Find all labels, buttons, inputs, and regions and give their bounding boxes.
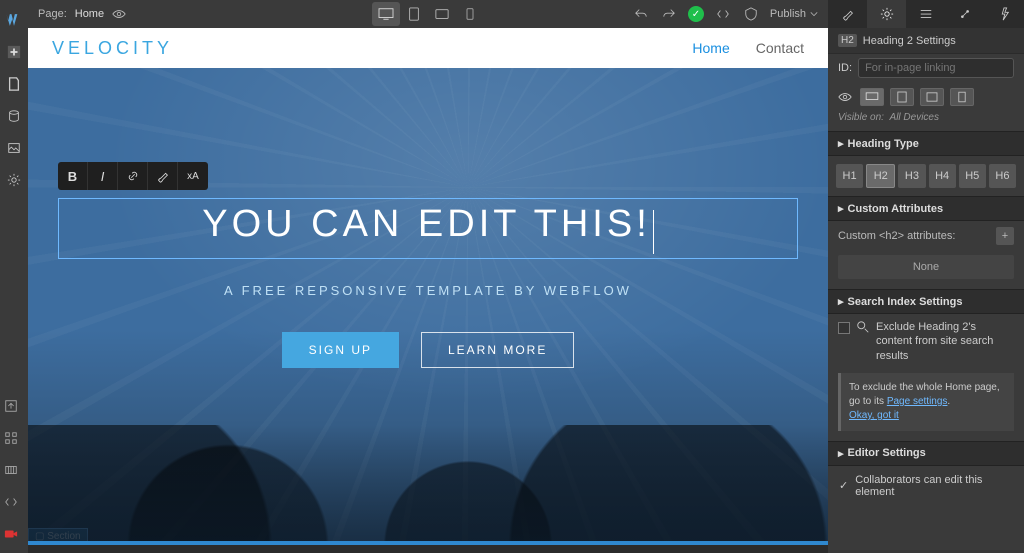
settings-tab-icon[interactable] — [867, 0, 906, 28]
pages-icon[interactable] — [4, 74, 24, 94]
section-custom-attr[interactable]: ▸ Custom Attributes — [828, 196, 1024, 221]
headline-editable[interactable]: YOU CAN EDIT THIS! — [58, 198, 798, 259]
bold-button[interactable]: B — [58, 162, 88, 190]
italic-button[interactable]: I — [88, 162, 118, 190]
nav-link-contact[interactable]: Contact — [756, 40, 804, 56]
webflow-logo-icon[interactable] — [4, 10, 24, 30]
page-label: Page: — [38, 8, 67, 20]
htype-h4[interactable]: H4 — [929, 164, 956, 188]
nav-link-home[interactable]: Home — [692, 40, 729, 56]
device-tablet-landscape-icon[interactable] — [428, 2, 456, 26]
audit-icon[interactable] — [742, 5, 760, 23]
preview-eye-icon[interactable] — [112, 7, 126, 21]
htype-h6[interactable]: H6 — [989, 164, 1016, 188]
saved-indicator-icon: ✓ — [688, 6, 704, 22]
vis-tablet-land-icon[interactable] — [920, 88, 944, 106]
section-editor[interactable]: ▸ Editor Settings — [828, 441, 1024, 466]
device-tablet-icon[interactable] — [400, 2, 428, 26]
link-button[interactable] — [118, 162, 148, 190]
device-mobile-icon[interactable] — [456, 2, 484, 26]
add-attribute-button[interactable]: + — [996, 227, 1014, 245]
page-name[interactable]: Home — [75, 8, 104, 20]
htype-h1[interactable]: H1 — [836, 164, 863, 188]
exclude-search-label: Exclude Heading 2's content from site se… — [876, 320, 1014, 363]
custom-attr-none: None — [838, 255, 1014, 279]
panel-title: Heading 2 Settings — [863, 35, 956, 47]
learnmore-button[interactable]: LEARN MORE — [421, 332, 574, 368]
collab-checkbox[interactable]: ✓ — [838, 480, 849, 492]
record-icon[interactable] — [4, 527, 24, 547]
custom-attr-label: Custom <h2> attributes: — [838, 230, 955, 242]
element-tag: H2 — [838, 34, 857, 47]
export-code-icon[interactable] — [714, 5, 732, 23]
search-icon-mag — [856, 320, 870, 334]
export-icon[interactable] — [4, 399, 24, 419]
htype-h3[interactable]: H3 — [898, 164, 925, 188]
code-icon[interactable] — [4, 495, 24, 515]
section-heading-type[interactable]: ▸ Heading Type — [828, 131, 1024, 156]
settings-icon[interactable] — [4, 170, 24, 190]
undo-icon[interactable] — [632, 5, 650, 23]
id-label: ID: — [838, 62, 852, 74]
effects-tab-icon[interactable] — [985, 0, 1024, 28]
hero-headline[interactable]: YOU CAN EDIT THIS! — [202, 203, 651, 245]
style-tab-icon[interactable] — [828, 0, 867, 28]
id-input[interactable] — [858, 58, 1014, 78]
vis-tablet-icon[interactable] — [890, 88, 914, 106]
publish-button[interactable]: Publish — [770, 8, 818, 20]
style-manager-tab-icon[interactable] — [906, 0, 945, 28]
add-element-icon[interactable] — [4, 42, 24, 62]
visibility-eye-icon[interactable] — [838, 90, 854, 104]
page-settings-link[interactable]: Page settings — [887, 396, 948, 407]
cms-icon[interactable] — [4, 106, 24, 126]
xray-icon[interactable] — [4, 463, 24, 483]
htype-h2[interactable]: H2 — [866, 164, 895, 188]
assets-icon[interactable] — [4, 138, 24, 158]
superscript-button[interactable]: xA — [178, 162, 208, 190]
okay-got-it-link[interactable]: Okay, got it — [849, 410, 899, 421]
brush-button[interactable] — [148, 162, 178, 190]
collab-label: Collaborators can edit this element — [855, 474, 1014, 498]
hero-subhead: A FREE REPSONSIVE TEMPLATE BY WEBFLOW — [28, 283, 828, 298]
interactions-tab-icon[interactable] — [946, 0, 985, 28]
vis-desktop-icon[interactable] — [860, 88, 884, 106]
device-desktop-icon[interactable] — [372, 2, 400, 26]
rich-text-toolbar: B I xA — [58, 162, 208, 190]
exclude-search-checkbox[interactable] — [838, 322, 850, 334]
section-search[interactable]: ▸ Search Index Settings — [828, 289, 1024, 314]
htype-h5[interactable]: H5 — [959, 164, 986, 188]
site-brand: VELOCITY — [52, 38, 173, 59]
grid-icon[interactable] — [4, 431, 24, 451]
vis-mobile-icon[interactable] — [950, 88, 974, 106]
signup-button[interactable]: SIGN UP — [282, 332, 399, 368]
redo-icon[interactable] — [660, 5, 678, 23]
